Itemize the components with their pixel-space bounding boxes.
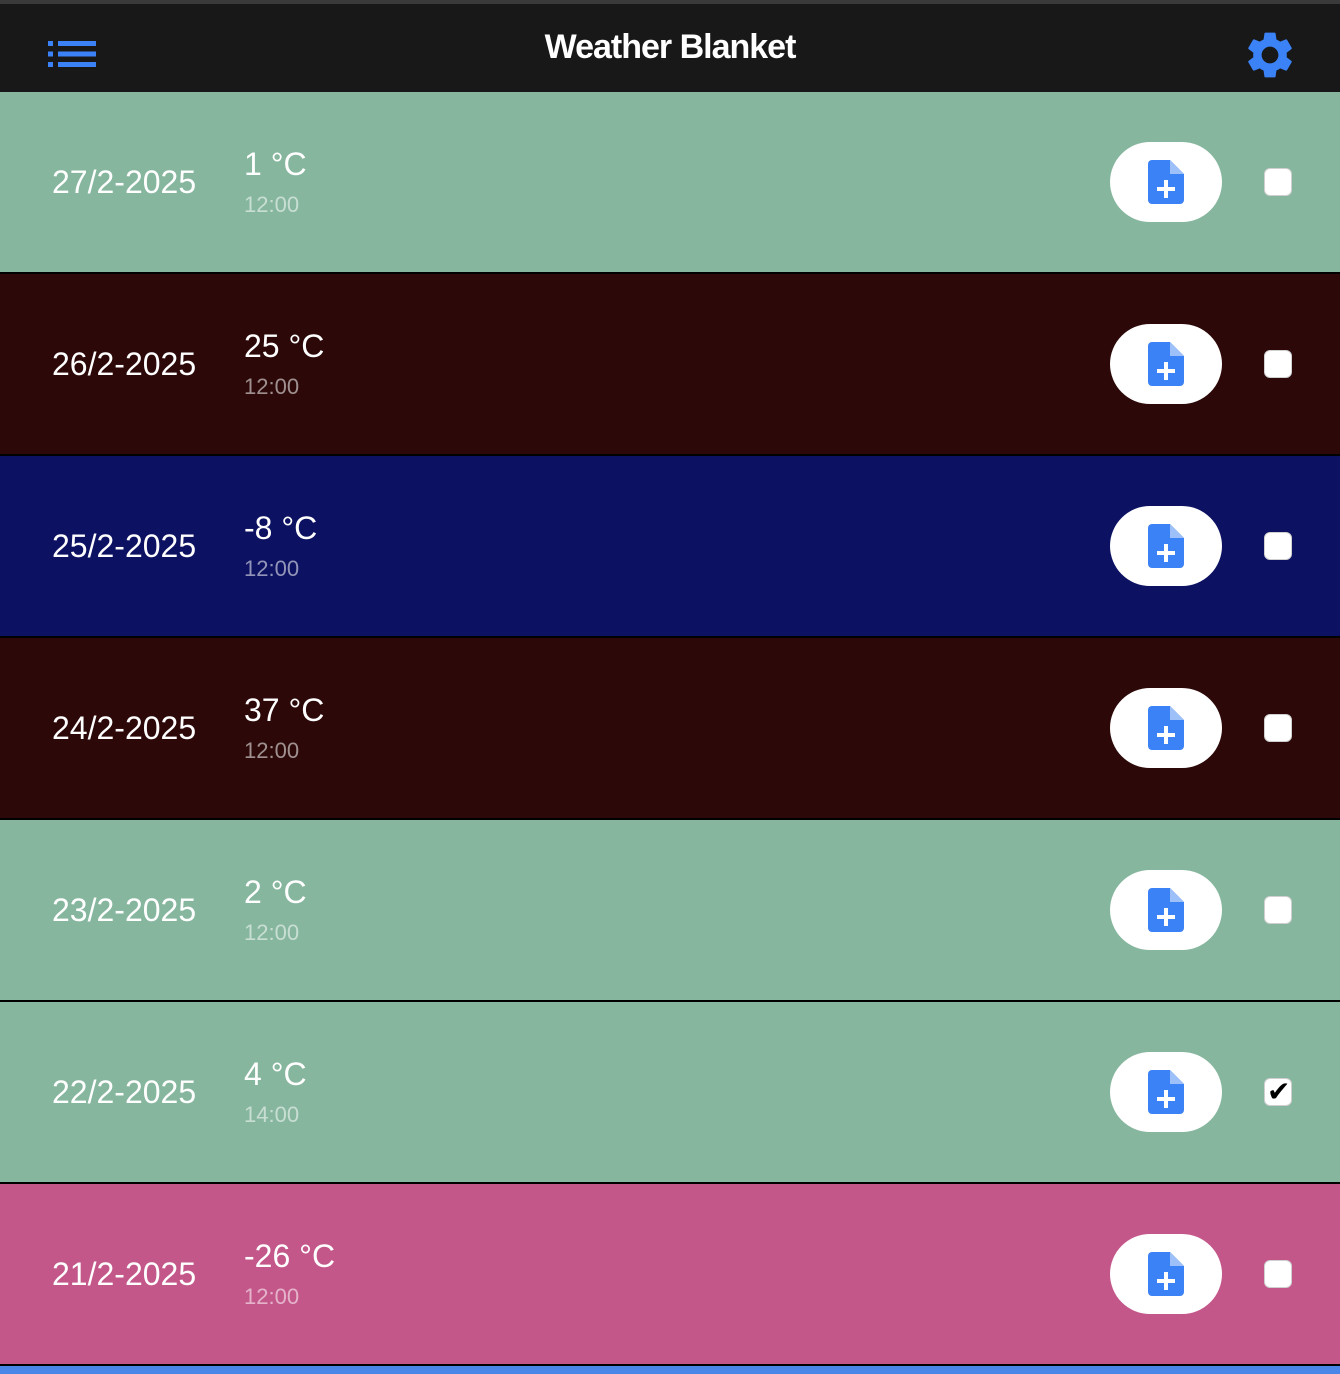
done-checkbox[interactable] — [1264, 168, 1292, 196]
entry-date: 22/2-2025 — [52, 1074, 197, 1110]
done-checkbox[interactable] — [1264, 896, 1292, 924]
file-plus-icon — [1148, 1070, 1184, 1114]
file-plus-icon — [1148, 342, 1184, 386]
checkmark-icon: ✔ — [1267, 1075, 1291, 1108]
settings-button[interactable] — [1242, 27, 1298, 83]
entry-temperature: 4 °C — [244, 1056, 307, 1092]
entry-date: 26/2-2025 — [52, 346, 197, 382]
done-checkbox[interactable] — [1264, 714, 1292, 742]
list-item: 25/2-2025 -8 °C 12:00 — [0, 456, 1340, 638]
entry-time: 12:00 — [244, 374, 300, 399]
entry-temperature: 37 °C — [244, 692, 325, 728]
gear-icon — [1248, 32, 1292, 78]
add-note-button[interactable] — [1110, 870, 1222, 950]
entry-temperature: 2 °C — [244, 874, 307, 910]
entry-time: 12:00 — [244, 738, 300, 763]
done-checkbox[interactable] — [1264, 350, 1292, 378]
next-item-edge — [0, 1366, 1340, 1374]
entry-time: 12:00 — [244, 556, 300, 581]
add-note-button[interactable] — [1110, 506, 1222, 586]
entry-date: 23/2-2025 — [52, 892, 197, 928]
add-note-button[interactable] — [1110, 324, 1222, 404]
done-checkbox[interactable] — [1264, 1260, 1292, 1288]
file-plus-icon — [1148, 1252, 1184, 1296]
entry-temperature: 1 °C — [244, 146, 307, 182]
done-checkbox[interactable]: ✔ — [1264, 1075, 1292, 1108]
entry-temperature: -26 °C — [244, 1238, 336, 1274]
list-item: 23/2-2025 2 °C 12:00 — [0, 820, 1340, 1002]
add-note-button[interactable] — [1110, 1052, 1222, 1132]
file-plus-icon — [1148, 524, 1184, 568]
app-title: Weather Blanket — [544, 28, 797, 66]
entry-temperature: -8 °C — [244, 510, 318, 546]
entry-temperature: 25 °C — [244, 328, 325, 364]
entry-date: 24/2-2025 — [52, 710, 197, 746]
entry-time: 12:00 — [244, 1284, 300, 1309]
entry-date: 21/2-2025 — [52, 1256, 197, 1292]
file-plus-icon — [1148, 160, 1184, 204]
file-plus-icon — [1148, 706, 1184, 750]
entry-time: 14:00 — [244, 1102, 300, 1127]
add-note-button[interactable] — [1110, 688, 1222, 768]
entry-list: 27/2-2025 1 °C 12:00 26/2-2025 25 °C 12:… — [0, 92, 1340, 1366]
done-checkbox[interactable] — [1264, 532, 1292, 560]
list-item: 22/2-2025 4 °C 14:00 ✔ — [0, 1002, 1340, 1184]
entry-date: 25/2-2025 — [52, 528, 197, 564]
file-plus-icon — [1148, 888, 1184, 932]
add-note-button[interactable] — [1110, 1234, 1222, 1314]
list-item: 27/2-2025 1 °C 12:00 — [0, 92, 1340, 274]
list-item: 24/2-2025 37 °C 12:00 — [0, 638, 1340, 820]
list-item: 26/2-2025 25 °C 12:00 — [0, 274, 1340, 456]
entry-time: 12:00 — [244, 920, 300, 945]
list-item: 21/2-2025 -26 °C 12:00 — [0, 1184, 1340, 1366]
add-note-button[interactable] — [1110, 142, 1222, 222]
app-header: Weather Blanket — [0, 4, 1340, 92]
entry-time: 12:00 — [244, 192, 300, 217]
entry-date: 27/2-2025 — [52, 164, 197, 200]
